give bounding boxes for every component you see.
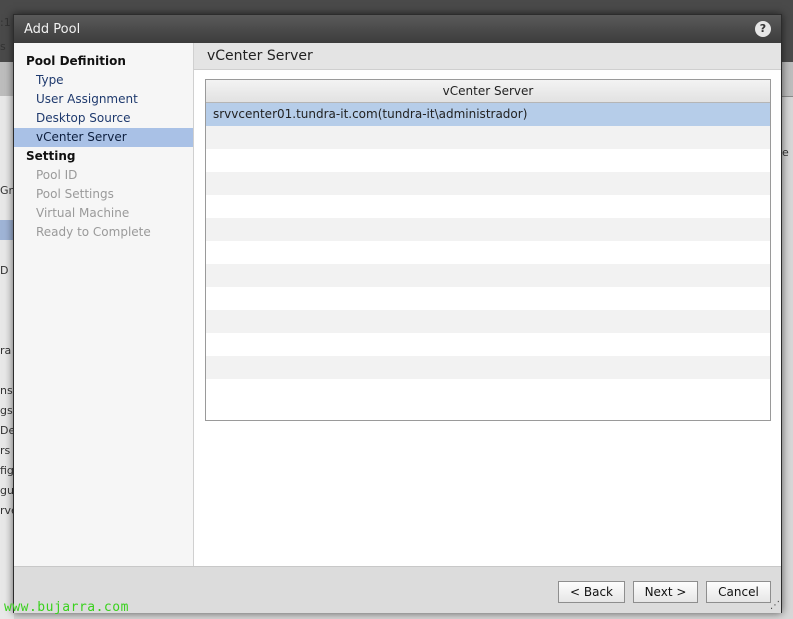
background-text-fragment: D <box>0 264 9 277</box>
dialog-title: Add Pool <box>24 22 81 37</box>
page-title: vCenter Server <box>207 48 313 64</box>
nav-item-1-1: Pool Settings <box>36 187 114 201</box>
back-button[interactable]: < Back <box>558 581 625 603</box>
wizard-content: vCenter Server vCenter Server srvvcenter… <box>194 43 781 566</box>
add-pool-dialog: Add Pool ? Pool Definition Type User Assig… <box>13 14 782 613</box>
nav-item-0-3[interactable]: vCenter Server <box>14 128 193 147</box>
table-body: srvvcenter01.tundra-it.com(tundra-it\adm… <box>206 103 770 402</box>
nav-section-0: Pool Definition <box>26 54 126 68</box>
nav-item-0-2[interactable]: Desktop Source <box>14 109 193 128</box>
background-text-fragment: ra <box>0 344 12 357</box>
empty-table-row <box>206 172 770 195</box>
content-header: vCenter Server <box>194 43 781 70</box>
background-text-fragment: ns <box>0 384 13 397</box>
background-text-fragment: s <box>0 40 6 53</box>
vcenter-server-table: vCenter Server srvvcenter01.tundra-it.co… <box>205 79 771 421</box>
empty-table-row <box>206 126 770 149</box>
wizard-steps-nav: Pool Definition Type User Assignment Deskto… <box>14 43 194 566</box>
nav-item-0-1[interactable]: User Assignment <box>14 90 193 109</box>
dialog-footer: < Back Next > Cancel <box>14 566 781 613</box>
background-text-fragment: rs <box>0 444 11 457</box>
wizard-steps-list: Pool Definition Type User Assignment Deskto… <box>14 43 193 242</box>
nav-section-1: Setting <box>26 149 76 163</box>
empty-table-row <box>206 195 770 218</box>
background-text-fragment: fig <box>0 464 14 477</box>
background-selected-row <box>0 220 14 240</box>
help-icon[interactable]: ? <box>755 21 771 37</box>
empty-table-row <box>206 287 770 310</box>
dialog-titlebar: Add Pool ? <box>14 15 781 43</box>
empty-table-row <box>206 218 770 241</box>
resize-grip-icon[interactable]: ⋰ <box>770 600 780 611</box>
next-button[interactable]: Next > <box>633 581 698 603</box>
cancel-button[interactable]: Cancel <box>706 581 771 603</box>
nav-item-1-2: Virtual Machine <box>36 206 130 220</box>
empty-table-row <box>206 356 770 379</box>
nav-item-1-3: Ready to Complete <box>36 225 151 239</box>
nav-item-0-0[interactable]: Type <box>14 71 193 90</box>
empty-table-row <box>206 264 770 287</box>
background-sidebar <box>0 96 14 619</box>
watermark: www.bujarra.com <box>4 600 129 615</box>
nav-item-1-0: Pool ID <box>36 168 78 182</box>
empty-table-row <box>206 149 770 172</box>
background-text-fragment: :1 <box>0 16 11 29</box>
empty-table-row <box>206 241 770 264</box>
background-text-fragment: gs <box>0 404 13 417</box>
empty-table-row <box>206 333 770 356</box>
empty-table-row <box>206 379 770 402</box>
empty-table-row <box>206 310 770 333</box>
table-row[interactable]: srvvcenter01.tundra-it.com(tundra-it\adm… <box>206 103 770 126</box>
column-header-vcenter-server[interactable]: vCenter Server <box>206 80 770 103</box>
